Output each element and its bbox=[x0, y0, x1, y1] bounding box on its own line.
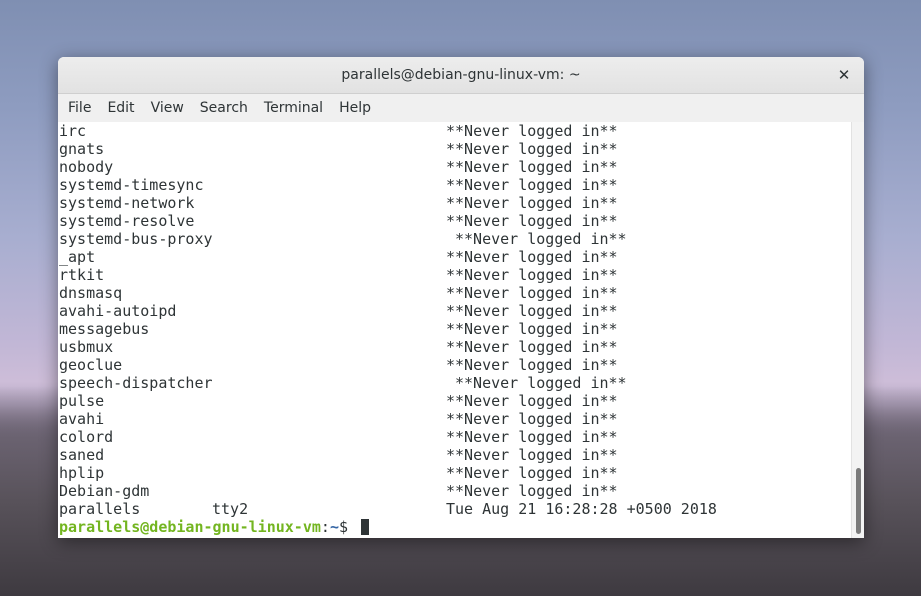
lastlog-latest: **Never logged in** bbox=[446, 356, 618, 374]
lastlog-latest: **Never logged in** bbox=[446, 410, 618, 428]
prompt-user-host: parallels@debian-gnu-linux-vm bbox=[59, 518, 321, 536]
menu-edit[interactable]: Edit bbox=[99, 97, 142, 119]
lastlog-username: _apt bbox=[59, 248, 96, 266]
lastlog-username: usbmux bbox=[59, 338, 114, 356]
close-icon[interactable]: ✕ bbox=[834, 65, 854, 85]
lastlog-row: systemd-network **Never logged in** bbox=[58, 194, 852, 212]
lastlog-row: speech-dispatcher **Never logged in** bbox=[58, 374, 852, 392]
lastlog-latest: **Never logged in** bbox=[446, 338, 618, 356]
terminal-output[interactable]: irc **Never logged in** gnats **Never logge… bbox=[58, 122, 852, 538]
lastlog-row: rtkit **Never logged in** bbox=[58, 266, 852, 284]
lastlog-username: systemd-resolve bbox=[59, 212, 195, 230]
lastlog-latest: **Never logged in** bbox=[446, 194, 618, 212]
lastlog-username: pulse bbox=[59, 392, 105, 410]
lastlog-username: colord bbox=[59, 428, 114, 446]
lastlog-row: systemd-bus-proxy **Never logged in** bbox=[58, 230, 852, 248]
lastlog-row: avahi-autoipd **Never logged in** bbox=[58, 302, 852, 320]
lastlog-row: systemd-resolve **Never logged in** bbox=[58, 212, 852, 230]
lastlog-latest: Tue Aug 21 16:28:28 +0500 2018 bbox=[446, 500, 717, 518]
lastlog-username: geoclue bbox=[59, 356, 123, 374]
lastlog-row: geoclue **Never logged in** bbox=[58, 356, 852, 374]
lastlog-row: colord **Never logged in** bbox=[58, 428, 852, 446]
lastlog-row: hplip **Never logged in** bbox=[58, 464, 852, 482]
lastlog-row: nobody **Never logged in** bbox=[58, 158, 852, 176]
prompt-symbol: $ bbox=[338, 518, 358, 536]
lastlog-latest: **Never logged in** bbox=[446, 446, 618, 464]
lastlog-row: usbmux **Never logged in** bbox=[58, 338, 852, 356]
lastlog-username: irc bbox=[59, 122, 87, 140]
lastlog-latest: **Never logged in** bbox=[446, 158, 618, 176]
scrollbar[interactable] bbox=[851, 122, 864, 538]
lastlog-username: saned bbox=[59, 446, 105, 464]
lastlog-row: messagebus **Never logged in** bbox=[58, 320, 852, 338]
prompt-path: ~ bbox=[329, 518, 339, 536]
window-title: parallels@debian-gnu-linux-vm: ~ bbox=[341, 67, 581, 83]
lastlog-latest: **Never logged in** bbox=[446, 428, 618, 446]
lastlog-latest: **Never logged in** bbox=[446, 212, 618, 230]
lastlog-latest: **Never logged in** bbox=[446, 284, 618, 302]
lastlog-row: gnats **Never logged in** bbox=[58, 140, 852, 158]
lastlog-latest: **Never logged in** bbox=[446, 248, 618, 266]
lastlog-row: saned **Never logged in** bbox=[58, 446, 852, 464]
lastlog-username: parallels bbox=[59, 500, 141, 518]
lastlog-row: dnsmasq **Never logged in** bbox=[58, 284, 852, 302]
lastlog-latest: **Never logged in** bbox=[446, 140, 618, 158]
lastlog-row: pulse **Never logged in** bbox=[58, 392, 852, 410]
lastlog-latest: **Never logged in** bbox=[446, 122, 618, 140]
lastlog-row: Debian-gdm **Never logged in** bbox=[58, 482, 852, 500]
lastlog-row: systemd-timesync **Never logged in** bbox=[58, 176, 852, 194]
lastlog-latest: **Never logged in** bbox=[455, 230, 627, 248]
lastlog-latest: **Never logged in** bbox=[446, 392, 618, 410]
lastlog-username: avahi-autoipd bbox=[59, 302, 177, 320]
lastlog-latest: **Never logged in** bbox=[446, 176, 618, 194]
menu-terminal[interactable]: Terminal bbox=[256, 97, 331, 119]
lastlog-row: _apt **Never logged in** bbox=[58, 248, 852, 266]
lastlog-username: hplip bbox=[59, 464, 105, 482]
lastlog-username: speech-dispatcher bbox=[59, 374, 213, 392]
menu-file[interactable]: File bbox=[60, 97, 99, 119]
lastlog-latest: **Never logged in** bbox=[446, 302, 618, 320]
text-cursor bbox=[361, 519, 370, 535]
lastlog-row: parallels tty2 Tue Aug 21 16:28:28 +0500 2… bbox=[58, 500, 852, 518]
lastlog-row: avahi **Never logged in** bbox=[58, 410, 852, 428]
lastlog-username: systemd-network bbox=[59, 194, 195, 212]
menu-bar: File Edit View Search Terminal Help bbox=[58, 94, 864, 123]
menu-help[interactable]: Help bbox=[331, 97, 379, 119]
lastlog-latest: **Never logged in** bbox=[455, 374, 627, 392]
title-bar[interactable]: parallels@debian-gnu-linux-vm: ~ ✕ bbox=[58, 57, 864, 94]
lastlog-latest: **Never logged in** bbox=[446, 482, 618, 500]
lastlog-username: rtkit bbox=[59, 266, 105, 284]
lastlog-username: systemd-bus-proxy bbox=[59, 230, 213, 248]
menu-view[interactable]: View bbox=[143, 97, 192, 119]
lastlog-row: irc **Never logged in** bbox=[58, 122, 852, 140]
lastlog-username: systemd-timesync bbox=[59, 176, 204, 194]
lastlog-latest: **Never logged in** bbox=[446, 320, 618, 338]
scrollbar-thumb[interactable] bbox=[856, 468, 861, 534]
lastlog-username: messagebus bbox=[59, 320, 150, 338]
prompt-line: parallels@debian-gnu-linux-vm:~$ bbox=[58, 518, 852, 536]
terminal-window[interactable]: parallels@debian-gnu-linux-vm: ~ ✕ File … bbox=[58, 57, 864, 538]
lastlog-username: avahi bbox=[59, 410, 105, 428]
lastlog-username: dnsmasq bbox=[59, 284, 123, 302]
lastlog-port: tty2 bbox=[212, 500, 249, 518]
menu-search[interactable]: Search bbox=[192, 97, 256, 119]
lastlog-latest: **Never logged in** bbox=[446, 266, 618, 284]
lastlog-username: gnats bbox=[59, 140, 105, 158]
lastlog-latest: **Never logged in** bbox=[446, 464, 618, 482]
lastlog-username: Debian-gdm bbox=[59, 482, 150, 500]
lastlog-username: nobody bbox=[59, 158, 114, 176]
prompt-colon: : bbox=[320, 518, 330, 536]
